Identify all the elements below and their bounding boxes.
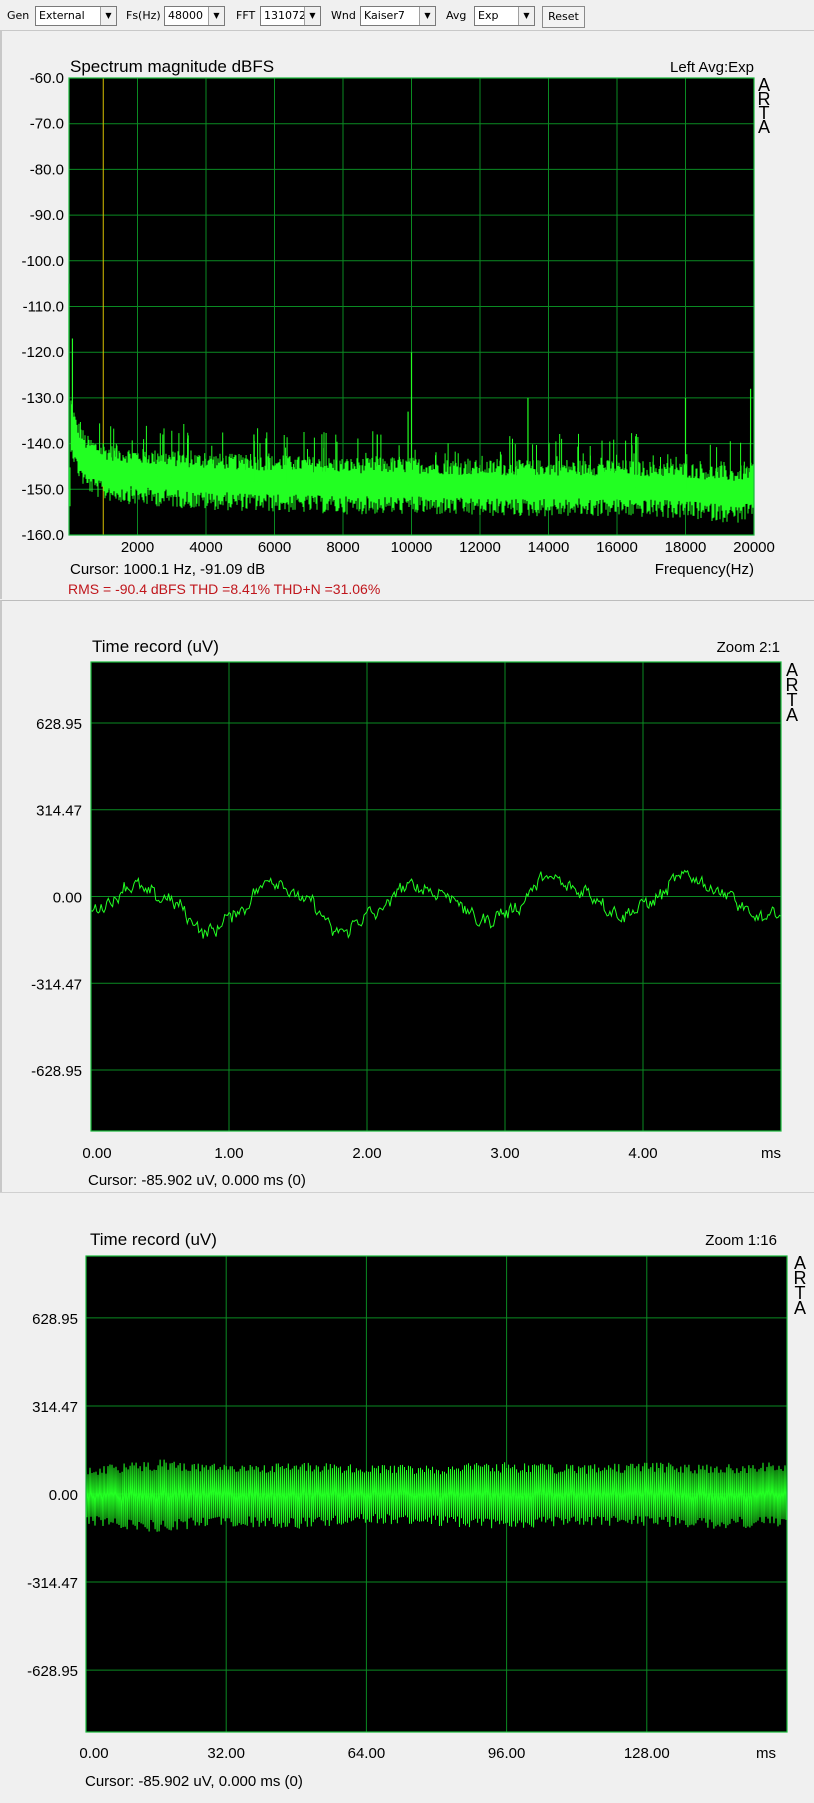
x-tick-label: 4000 xyxy=(189,539,222,556)
time-record-chart-1[interactable]: Time record (uV) Zoom 2:1 ARTA 628.95314… xyxy=(2,601,814,1193)
x-tick-label: 96.00 xyxy=(488,1745,526,1762)
averaging-select[interactable]: Exp ▼ xyxy=(474,6,535,26)
x-tick-label: 2000 xyxy=(121,539,154,556)
arta-logo-letter: A xyxy=(794,1298,806,1318)
toolbar: Gen External ▼ Fs(Hz) 48000 ▼ FFT 131072… xyxy=(0,0,814,31)
time-cursor-readout: Cursor: -85.902 uV, 0.000 ms (0) xyxy=(88,1172,306,1189)
y-tick-label: 628.95 xyxy=(36,716,82,733)
y-tick-label: -628.95 xyxy=(27,1663,78,1680)
zoom-label: Zoom 1:16 xyxy=(705,1232,777,1249)
zoom-label: Zoom 2:1 xyxy=(717,639,780,656)
window-label: Wnd xyxy=(331,9,356,22)
y-tick-label: 314.47 xyxy=(36,803,82,820)
x-tick-label: 10000 xyxy=(391,539,433,556)
time-record-panel-full: Time record (uV) Zoom 1:16 ARTA 628.95 31… xyxy=(0,1192,814,1798)
x-tick-label: 64.00 xyxy=(348,1745,386,1762)
chevron-down-icon: ▼ xyxy=(419,7,435,25)
x-tick-label: 3.00 xyxy=(490,1145,519,1162)
x-tick-label: 0.00 xyxy=(79,1745,108,1762)
y-tick-label: -70.0 xyxy=(30,116,64,133)
chevron-down-icon: ▼ xyxy=(304,7,320,25)
x-tick-label: 6000 xyxy=(258,539,291,556)
spectrum-cursor-readout: Cursor: 1000.1 Hz, -91.09 dB xyxy=(70,561,265,578)
window-select[interactable]: Kaiser7 ▼ xyxy=(360,6,436,26)
fft-size-value: 131072 xyxy=(264,9,306,22)
y-tick-label: -80.0 xyxy=(30,161,64,178)
x-tick-label: 128.00 xyxy=(624,1745,670,1762)
y-tick-label: -628.95 xyxy=(31,1063,82,1080)
x-tick-label: 2.00 xyxy=(352,1145,381,1162)
x-unit-label: ms xyxy=(761,1145,781,1162)
averaging-value: Exp xyxy=(478,9,499,22)
arta-logo-letter: A xyxy=(786,705,798,725)
y-tick-label: -160.0 xyxy=(21,527,64,544)
gen-label: Gen xyxy=(7,9,30,22)
y-tick-label: -130.0 xyxy=(21,390,64,407)
fft-label: FFT xyxy=(236,9,256,22)
fft-size-select[interactable]: 131072 ▼ xyxy=(260,6,321,26)
x-tick-label: 4.00 xyxy=(628,1145,657,1162)
y-tick-label: 0.00 xyxy=(49,1487,78,1504)
x-tick-label: 0.00 xyxy=(82,1145,111,1162)
fs-label: Fs(Hz) xyxy=(126,9,161,22)
y-tick-label: -100.0 xyxy=(21,253,64,270)
time-cursor-readout: Cursor: -85.902 uV, 0.000 ms (0) xyxy=(85,1773,303,1790)
y-tick-label: 314.47 xyxy=(32,1399,78,1416)
spectrum-title: Spectrum magnitude dBFS xyxy=(70,57,274,76)
x-tick-label: 1.00 xyxy=(214,1145,243,1162)
generator-value: External xyxy=(39,9,85,22)
spectrum-chart[interactable]: Spectrum magnitude dBFS Left Avg:Exp ART… xyxy=(2,31,814,599)
x-unit-label: ms xyxy=(756,1745,776,1762)
time-record-title: Time record (uV) xyxy=(92,637,219,656)
y-tick-label: -120.0 xyxy=(21,344,64,361)
x-tick-label: 14000 xyxy=(528,539,570,556)
y-tick-label: -314.47 xyxy=(31,976,82,993)
arta-logo-letter: A xyxy=(758,117,770,137)
time-record-chart-2[interactable]: Time record (uV) Zoom 1:16 ARTA 628.9531… xyxy=(0,1193,814,1799)
window-value: Kaiser7 xyxy=(364,9,405,22)
y-tick-label: -314.47 xyxy=(27,1575,78,1592)
reset-button[interactable]: Reset xyxy=(542,6,585,28)
x-tick-label: 8000 xyxy=(326,539,359,556)
x-tick-label: 20000 xyxy=(733,539,775,556)
sample-rate-value: 48000 xyxy=(168,9,203,22)
chevron-down-icon: ▼ xyxy=(100,7,116,25)
channel-info: Left Avg:Exp xyxy=(670,59,754,76)
x-tick-label: 16000 xyxy=(596,539,638,556)
y-tick-label: -90.0 xyxy=(30,207,64,224)
chevron-down-icon: ▼ xyxy=(208,7,224,25)
generator-select[interactable]: External ▼ xyxy=(35,6,117,26)
sample-rate-select[interactable]: 48000 ▼ xyxy=(164,6,225,26)
chevron-down-icon: ▼ xyxy=(518,7,534,25)
time-record-title: Time record (uV) xyxy=(90,1230,217,1249)
spectrum-panel: Spectrum magnitude dBFS Left Avg:Exp ART… xyxy=(0,31,814,599)
avg-label: Avg xyxy=(446,9,467,22)
x-tick-label: 12000 xyxy=(459,539,501,556)
y-tick-label: 628.95 xyxy=(32,1311,78,1328)
y-tick-label: -60.0 xyxy=(30,70,64,87)
spectrum-stats: RMS = -90.4 dBFS THD =8.41% THD+N =31.06… xyxy=(68,581,380,597)
y-tick-label: -140.0 xyxy=(21,436,64,453)
time-record-panel-zoom: Time record (uV) Zoom 2:1 ARTA 628.95 314… xyxy=(0,600,814,1192)
y-tick-label: 0.00 xyxy=(53,890,82,907)
y-tick-label: -110.0 xyxy=(23,299,64,316)
x-tick-label: 18000 xyxy=(665,539,707,556)
spectrum-x-axis-label: Frequency(Hz) xyxy=(655,561,754,578)
x-tick-label: 32.00 xyxy=(207,1745,245,1762)
y-tick-label: -150.0 xyxy=(21,481,64,498)
